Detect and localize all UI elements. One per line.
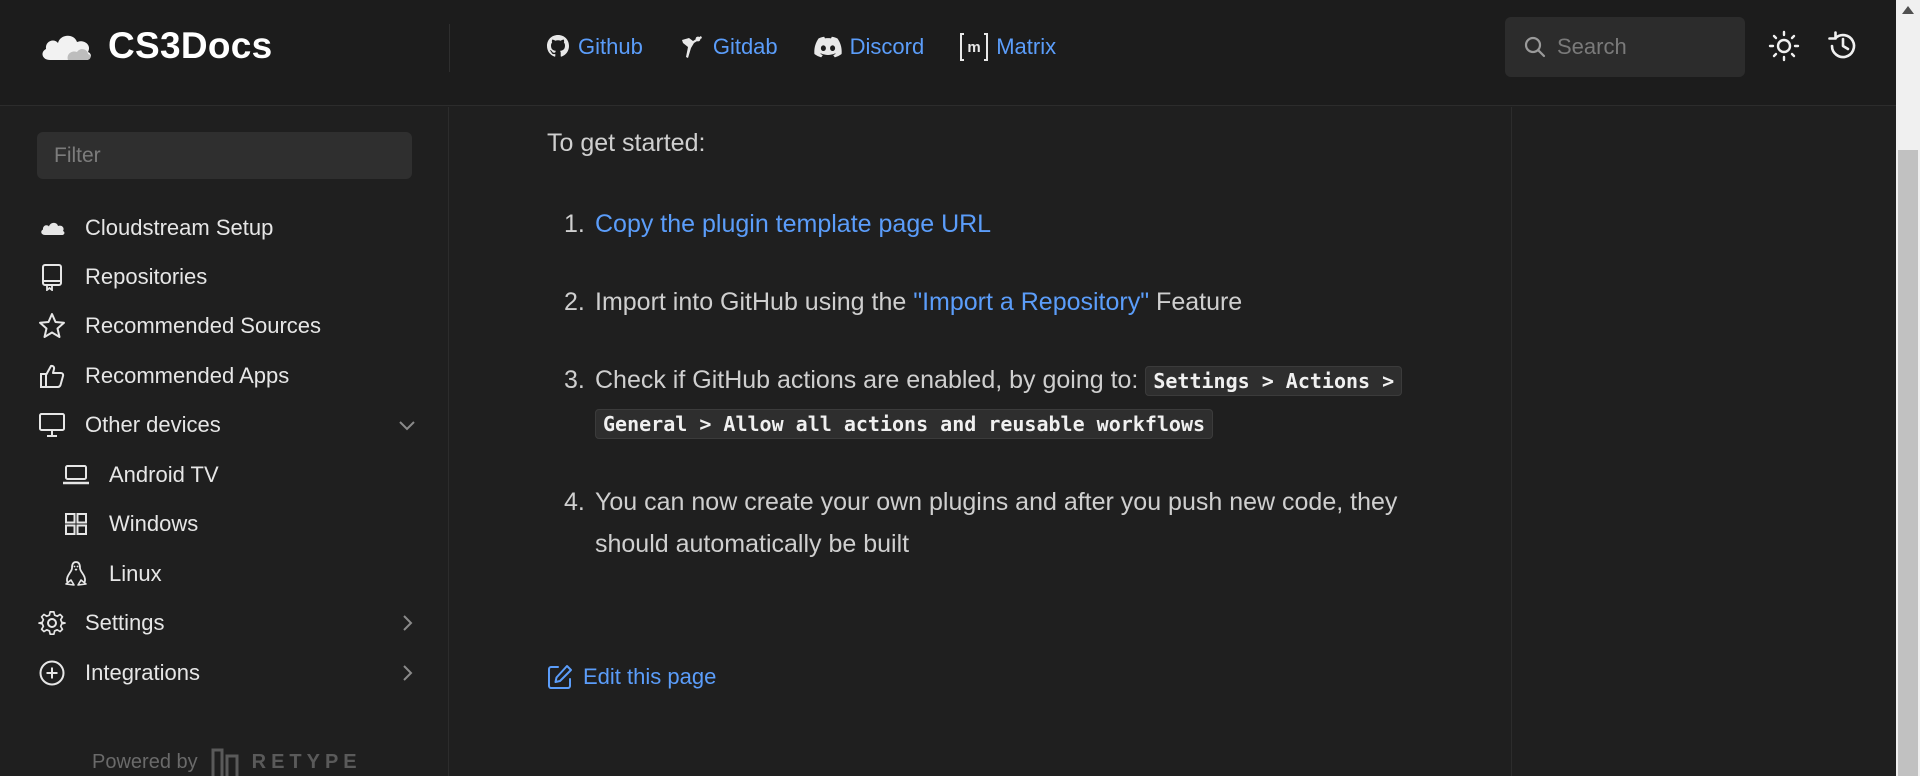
- sidebar-item-label: Settings: [85, 610, 165, 635]
- sidebar-item-linux[interactable]: Linux: [61, 554, 419, 594]
- step-text: Import into GitHub using the: [595, 288, 914, 316]
- edit-page-link[interactable]: Edit this page: [547, 664, 716, 690]
- github-icon: [547, 35, 569, 57]
- powered-by-label: Powered by: [92, 750, 198, 773]
- step-4: 4. You can now create your own plugins a…: [547, 481, 1467, 565]
- chevron-down-icon: [399, 421, 415, 431]
- chevron-right-icon: [403, 665, 413, 681]
- step-1: 1. Copy the plugin template page URL: [547, 203, 1467, 245]
- step-3: 3. Check if GitHub actions are enabled, …: [547, 359, 1467, 445]
- sidebar-item-label: Recommended Sources: [85, 313, 322, 338]
- sidebar: Cloudstream Setup Repositories Recommend…: [0, 107, 449, 776]
- history-icon: [1828, 31, 1856, 59]
- step-text: You can now create your own plugins and …: [595, 488, 1398, 558]
- sidebar-item-label: Recommended Apps: [85, 363, 290, 388]
- scrollbar-thumb[interactable]: [1898, 150, 1918, 776]
- laptop-icon: [61, 460, 91, 490]
- sidebar-item-recommended-apps[interactable]: Recommended Apps: [37, 356, 419, 396]
- scroll-up-arrow-icon[interactable]: [1902, 6, 1914, 14]
- vertical-scrollbar[interactable]: [1896, 0, 1920, 776]
- cloud-logo-icon: [42, 35, 91, 60]
- sidebar-item-recommended-sources[interactable]: Recommended Sources: [37, 306, 419, 346]
- search-box[interactable]: [1505, 17, 1745, 77]
- gitdab-icon: [681, 36, 702, 58]
- theme-toggle-button[interactable]: [1766, 28, 1802, 64]
- sidebar-item-settings[interactable]: Settings: [37, 603, 419, 643]
- matrix-icon: m: [960, 33, 989, 61]
- matrix-link[interactable]: m Matrix: [960, 32, 1056, 62]
- intro-text: To get started:: [547, 129, 706, 157]
- search-icon: [1524, 36, 1546, 58]
- github-link[interactable]: Github: [546, 34, 643, 60]
- steps-list: 1. Copy the plugin template page URL 2. …: [547, 203, 1467, 565]
- right-column: [1511, 107, 1896, 776]
- header-links: Github Gitdab Discord m Matrix: [546, 30, 1056, 64]
- cloud-icon: [37, 213, 67, 243]
- header-divider: [449, 24, 450, 72]
- gear-icon: [37, 608, 67, 638]
- sidebar-item-repositories[interactable]: Repositories: [37, 257, 419, 297]
- top-bar: CS3Docs Github Gitdab Discord m Matrix S…: [0, 0, 1896, 106]
- discord-link-label: Discord: [849, 34, 925, 59]
- plugin-template-link[interactable]: Copy the plugin template page URL: [595, 210, 991, 238]
- edit-page-label: Edit this page: [583, 664, 717, 689]
- retype-logo-icon: [211, 748, 239, 776]
- sidebar-item-cloudstream-setup[interactable]: Cloudstream Setup: [37, 208, 419, 248]
- search-input[interactable]: [1557, 34, 1737, 60]
- sidebar-item-integrations[interactable]: Integrations: [37, 653, 419, 693]
- sidebar-item-label: Linux: [109, 561, 162, 586]
- settings-path-code: Settings > Actions >: [1145, 366, 1403, 396]
- chevron-right-icon: [403, 615, 413, 631]
- step-number: 2.: [564, 288, 585, 316]
- discord-link[interactable]: Discord: [813, 34, 925, 60]
- sun-icon: [1768, 30, 1800, 62]
- settings-path-code-continued: General > Allow all actions and reusable…: [595, 409, 1214, 439]
- step-number: 3.: [564, 366, 585, 394]
- sidebar-item-label: Windows: [109, 511, 199, 536]
- sidebar-item-label: Integrations: [85, 660, 200, 685]
- thumbs-up-icon: [37, 361, 67, 391]
- edit-icon: [548, 665, 572, 689]
- github-link-label: Github: [578, 34, 643, 59]
- import-repository-link[interactable]: "Import a Repository": [913, 288, 1149, 316]
- svg-text:m: m: [968, 39, 981, 56]
- step-number: 1.: [564, 210, 585, 238]
- sidebar-item-android-tv[interactable]: Android TV: [61, 455, 419, 495]
- step-number: 4.: [564, 488, 585, 516]
- step-text: Check if GitHub actions are enabled, by …: [595, 366, 1146, 394]
- retype-wordmark: RETYPE: [251, 750, 362, 773]
- repo-icon: [37, 262, 67, 292]
- step-text: Feature: [1149, 288, 1243, 316]
- site-title: CS3Docs: [108, 25, 273, 66]
- matrix-link-label: Matrix: [996, 34, 1057, 59]
- brand[interactable]: CS3Docs: [38, 24, 273, 68]
- plus-circle-icon: [37, 658, 67, 688]
- step-2: 2. Import into GitHub using the "Import …: [547, 281, 1467, 323]
- filter-input[interactable]: [37, 132, 412, 179]
- monitor-icon: [37, 410, 67, 440]
- sidebar-item-other-devices[interactable]: Other devices: [37, 405, 419, 445]
- gitdab-link[interactable]: Gitdab: [679, 34, 778, 60]
- main-content: To get started: 1. Copy the plugin templ…: [450, 107, 1511, 776]
- discord-icon: [813, 36, 842, 58]
- powered-by-retype[interactable]: Powered by RETYPE: [92, 747, 362, 776]
- sidebar-item-label: Repositories: [85, 264, 208, 289]
- history-button[interactable]: [1825, 28, 1861, 64]
- gitdab-link-label: Gitdab: [712, 34, 778, 59]
- sidebar-item-windows[interactable]: Windows: [61, 504, 419, 544]
- sidebar-item-label: Cloudstream Setup: [85, 215, 274, 240]
- star-icon: [37, 311, 67, 341]
- linux-icon: [61, 559, 91, 589]
- windows-icon: [61, 509, 91, 539]
- sidebar-item-label: Android TV: [109, 462, 219, 487]
- sidebar-item-label: Other devices: [85, 412, 221, 437]
